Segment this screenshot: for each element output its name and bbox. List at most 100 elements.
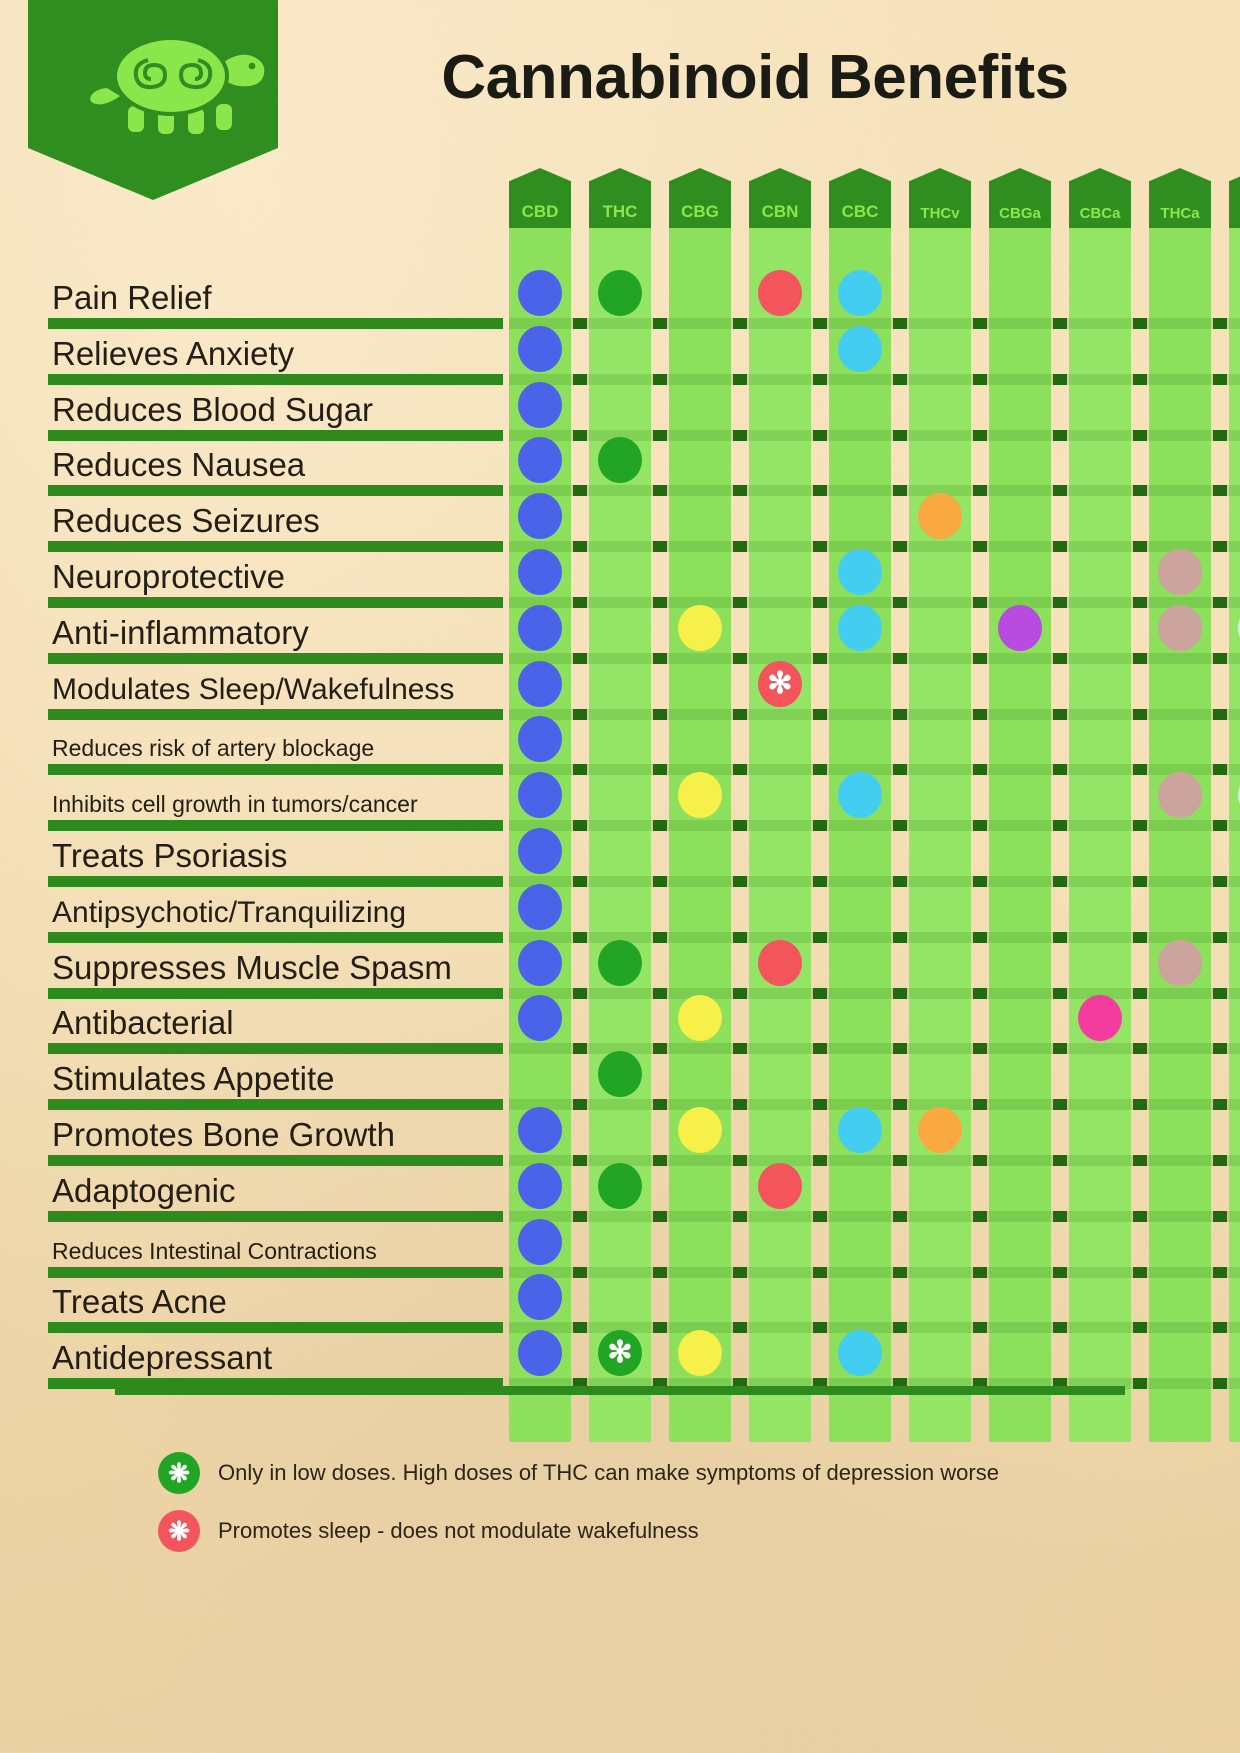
benefit-dot-cbn[interactable] [758,939,802,986]
benefit-dot-cbd[interactable] [518,604,562,651]
column-header-cbga[interactable]: CBGa [989,168,1051,228]
grid-tick [733,764,747,776]
benefit-dot-cbd[interactable] [518,883,562,930]
benefit-dot-thc[interactable] [598,939,642,986]
benefit-dot-cbga[interactable] [998,604,1042,651]
grid-tick [813,485,827,497]
benefit-dot-cbg[interactable] [678,772,722,819]
grid-tick [893,597,907,608]
grid-tick [893,987,907,999]
benefit-dot-cbc[interactable] [838,325,882,372]
column-header-thcv[interactable]: THCv [909,168,971,228]
footnote-low-doses: ❋ Only in low doses. High doses of THC c… [158,1452,999,1494]
column-header-cbd[interactable]: CBD [509,168,571,228]
benefit-dot-cbd[interactable] [518,1107,562,1153]
benefit-dot-cbc[interactable] [838,604,882,651]
column-header-cbca[interactable]: CBCa [1069,168,1131,228]
benefit-dot-thca[interactable] [1158,549,1202,595]
grid-tick [973,820,987,832]
benefit-dot-thc[interactable] [598,270,642,316]
grid-tick [893,876,907,887]
grid-tick [1053,931,1067,943]
footnote-sleep: ❋ Promotes sleep - does not modulate wak… [158,1510,699,1552]
row-underline [48,1155,503,1166]
benefit-dot-cbn[interactable]: ✻ [758,660,802,707]
grid-tick [733,597,747,608]
grid-tick [1213,820,1227,832]
grid-tick [813,876,827,887]
grid-tick [1213,1099,1227,1111]
column-header-cbda[interactable]: CBDa [1229,168,1240,228]
grid-tick [1133,987,1147,999]
row-label: Anti-inflammatory [52,613,309,651]
asterisk-icon: ✻ [767,666,793,700]
column-header-cbn[interactable]: CBN [749,168,811,228]
benefit-dot-cbc[interactable] [838,549,882,595]
grid-tick [973,541,987,553]
grid-tick [1133,876,1147,887]
grid-tick [653,1043,667,1055]
grid-tick [653,429,667,441]
grid-tick [733,652,747,664]
grid-tick [813,708,827,720]
grid-tick [653,1099,667,1111]
column-header-cbg[interactable]: CBG [669,168,731,228]
chart-baseline [115,1386,1125,1396]
grid-tick [813,1266,827,1278]
benefit-dot-cbd[interactable] [518,1218,562,1265]
benefit-dot-thcv[interactable] [918,1107,962,1153]
grid-tick [893,429,907,441]
benefit-dot-cbd[interactable] [518,772,562,819]
benefit-dot-thc[interactable]: ✻ [598,1330,642,1377]
grid-tick [573,987,587,999]
benefit-dot-cbc[interactable] [838,270,882,316]
benefit-dot-cbd[interactable] [518,828,562,874]
benefit-dot-cbd[interactable] [518,381,562,428]
column-header-cbc[interactable]: CBC [829,168,891,228]
benefit-dot-cbc[interactable] [838,1330,882,1377]
benefit-dot-cbn[interactable] [758,1162,802,1209]
benefit-dot-cbn[interactable] [758,270,802,316]
grid-tick [1213,931,1227,943]
grid-tick [893,1322,907,1334]
benefit-dot-cbc[interactable] [838,772,882,819]
grid-tick [1053,987,1067,999]
benefit-dot-cbc[interactable] [838,1107,882,1153]
row-label: Antibacterial [52,1004,234,1042]
grid-tick [973,1210,987,1222]
grid-tick [1133,1322,1147,1334]
row-band [509,764,1240,776]
benefit-dot-thca[interactable] [1158,604,1202,651]
row-label: Adaptogenic [52,1171,236,1209]
benefit-dot-cbd[interactable] [518,325,562,372]
column-header-thc[interactable]: THC [589,168,651,228]
row-underline [48,1322,503,1334]
benefit-dot-thca[interactable] [1158,772,1202,819]
benefit-dot-cbd[interactable] [518,660,562,707]
row-label: Reduces Blood Sugar [52,390,374,428]
benefit-dot-cbg[interactable] [678,1107,722,1153]
benefit-dot-cbd[interactable] [518,270,562,316]
grid-tick [1213,1155,1227,1166]
grid-tick [1213,1266,1227,1278]
grid-tick [813,597,827,608]
benefit-dot-cbd[interactable] [518,549,562,595]
column-header-thca[interactable]: THCa [1149,168,1211,228]
benefit-dot-cbg[interactable] [678,604,722,651]
grid-tick [653,931,667,943]
row-band [509,318,1240,329]
benefit-dot-thc[interactable] [598,1162,642,1209]
benefit-dot-thca[interactable] [1158,939,1202,986]
benefit-dot-cbd[interactable] [518,939,562,986]
grid-tick [653,764,667,776]
benefit-dot-cbg[interactable] [678,1330,722,1377]
benefit-dot-thc[interactable] [598,1051,642,1098]
grid-tick [653,485,667,497]
benefit-dot-cbd[interactable] [518,1330,562,1377]
grid-tick [653,708,667,720]
grid-tick [573,820,587,832]
benefit-dot-cbd[interactable] [518,1162,562,1209]
benefit-dot-cbd[interactable] [518,493,562,540]
row-label: Antipsychotic/Tranquilizing [52,895,407,929]
benefit-dot-thcv[interactable] [918,493,962,540]
